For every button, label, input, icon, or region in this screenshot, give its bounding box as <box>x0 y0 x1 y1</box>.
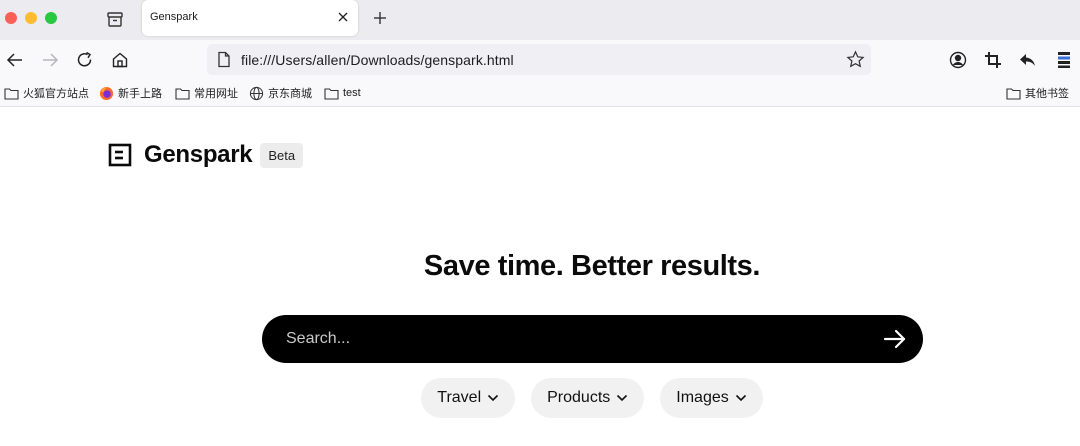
bookmark-label: 火狐官方站点 <box>23 88 89 100</box>
firefox-icon <box>99 86 118 101</box>
bookmark-item[interactable]: 新手上路 <box>99 85 162 101</box>
navigation-bar: file:///Users/allen/Downloads/genspark.h… <box>0 40 1080 80</box>
genspark-logo-icon <box>108 143 132 167</box>
search-box[interactable] <box>262 315 923 363</box>
globe-icon <box>249 86 268 101</box>
bookmarks-bar: 火狐官方站点 新手上路 常用网址 京东商城 test 其他书签 <box>0 80 1080 107</box>
search-submit-arrow-icon[interactable] <box>882 327 908 351</box>
category-chips: Travel Products Images <box>0 378 1080 418</box>
logo-text: Genspark <box>144 141 253 168</box>
home-icon[interactable] <box>110 50 130 70</box>
search-input[interactable] <box>286 315 866 363</box>
tab-close-icon[interactable] <box>335 9 351 25</box>
reload-icon[interactable] <box>75 50 95 70</box>
back-icon[interactable] <box>5 50 25 70</box>
chevron-down-icon <box>610 389 628 407</box>
address-bar[interactable]: file:///Users/allen/Downloads/genspark.h… <box>207 44 871 75</box>
zoom-window-icon[interactable] <box>45 12 57 24</box>
bookmark-label: test <box>343 87 361 99</box>
page-icon <box>216 51 232 68</box>
tab-genspark[interactable]: Genspark <box>142 0 358 36</box>
page-headline: Save time. Better results. <box>423 250 761 282</box>
tab-strip: Genspark <box>0 0 1080 40</box>
extension-menu-icon[interactable] <box>1054 50 1074 70</box>
chip-images[interactable]: Images <box>660 378 763 418</box>
bookmark-star-icon[interactable] <box>846 50 865 69</box>
tab-title: Genspark <box>150 11 198 23</box>
account-icon[interactable] <box>948 50 968 70</box>
folder-icon <box>324 87 343 100</box>
chip-products[interactable]: Products <box>531 378 645 418</box>
other-bookmarks[interactable]: 其他书签 <box>1006 85 1069 101</box>
folder-icon <box>1006 87 1025 100</box>
new-tab-icon[interactable] <box>371 9 389 27</box>
chip-label: Images <box>676 389 729 406</box>
beta-badge: Beta <box>260 142 304 168</box>
forward-icon[interactable] <box>40 50 60 70</box>
other-bookmarks-label: 其他书签 <box>1025 88 1069 100</box>
chip-label: Products <box>547 389 611 406</box>
folder-icon <box>4 87 23 100</box>
reply-arrow-icon[interactable] <box>1018 50 1038 70</box>
site-logo[interactable]: Genspark Beta <box>108 140 304 170</box>
crop-screenshot-icon[interactable] <box>983 50 1003 70</box>
folder-icon <box>175 87 194 100</box>
bookmark-label: 新手上路 <box>118 88 162 100</box>
minimize-window-icon[interactable] <box>25 12 37 24</box>
bookmark-item[interactable]: 京东商城 <box>249 85 312 101</box>
tab-manager-icon[interactable] <box>104 8 126 30</box>
bookmark-label: 常用网址 <box>194 88 238 100</box>
bookmark-label: 京东商城 <box>268 88 312 100</box>
chevron-down-icon <box>481 389 499 407</box>
bookmark-item[interactable]: 火狐官方站点 <box>4 85 89 101</box>
url-text: file:///Users/allen/Downloads/genspark.h… <box>241 52 514 68</box>
bookmark-item[interactable]: test <box>324 85 361 101</box>
chip-label: Travel <box>437 389 482 406</box>
close-window-icon[interactable] <box>5 12 17 24</box>
chevron-down-icon <box>729 389 747 407</box>
chip-travel[interactable]: Travel <box>421 378 516 418</box>
bookmark-item[interactable]: 常用网址 <box>175 85 238 101</box>
